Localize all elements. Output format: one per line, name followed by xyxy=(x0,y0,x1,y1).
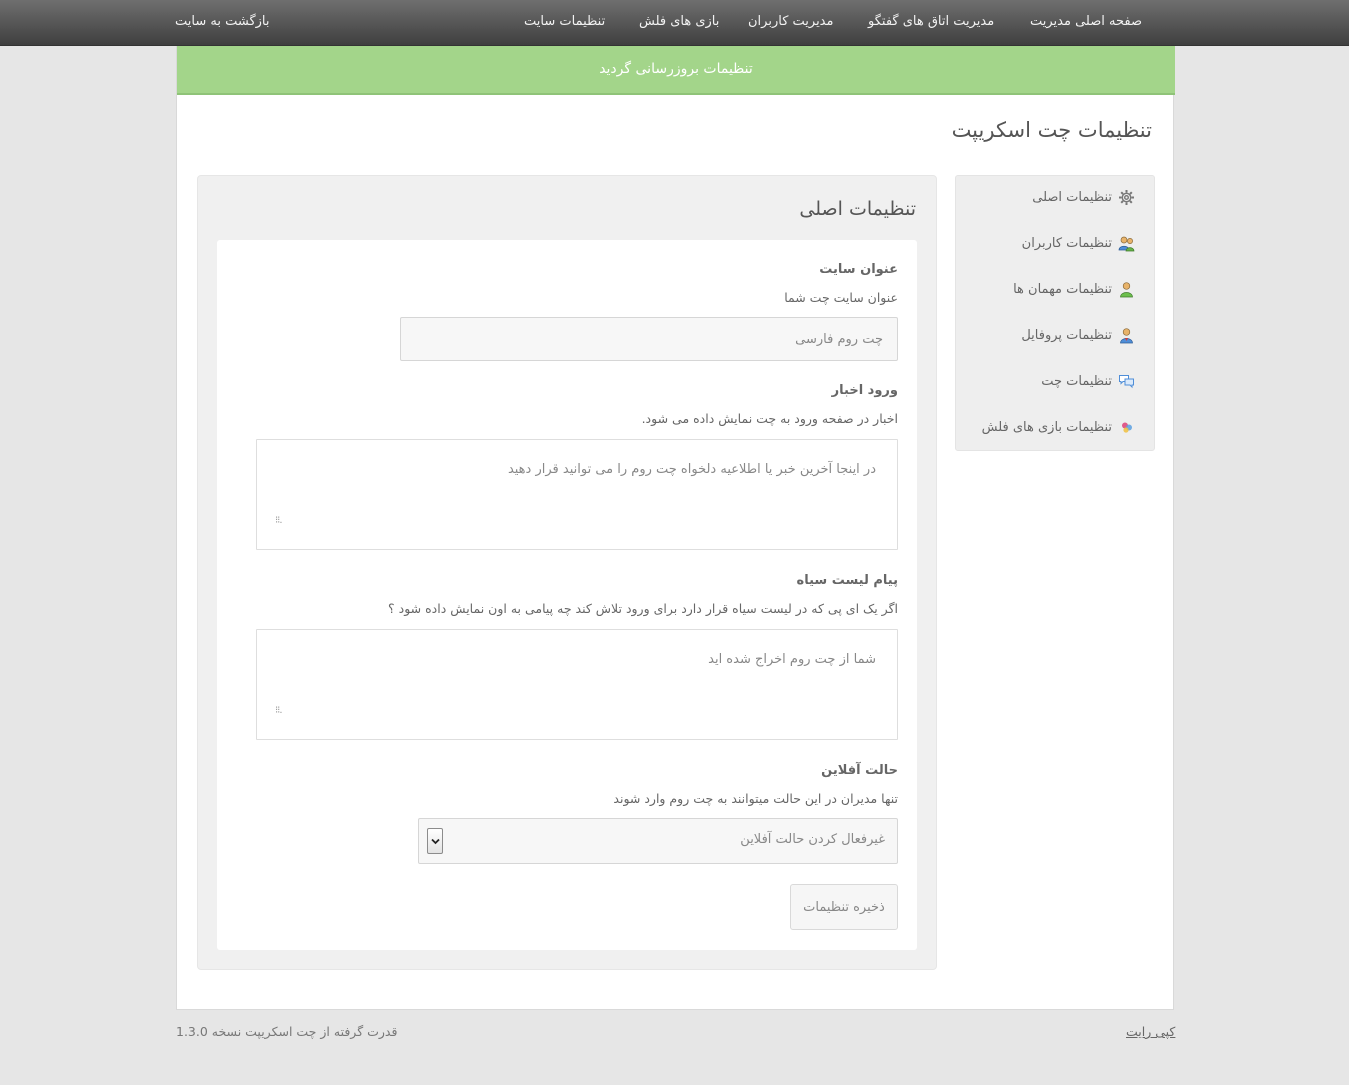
main-container: تنظیمات بروزرسانی گردید تنظیمات چت اسکری… xyxy=(176,46,1175,1010)
blacklist-textarea[interactable] xyxy=(256,629,898,740)
blacklist-label: پیام لیست سیاه xyxy=(796,573,898,588)
users-icon xyxy=(1118,235,1135,252)
settings-form: عنوان سایت عنوان سایت چت شما ورود اخبار … xyxy=(217,240,917,950)
sidebar-item-user-settings[interactable]: تنظیمات کاربران xyxy=(965,228,1135,258)
chevron-down-icon[interactable] xyxy=(427,828,443,854)
settings-sidebar: تنظیمات اصلی تنظیمات کاربران تنظیمات مهم… xyxy=(955,175,1155,451)
offline-mode-label: حالت آفلاین xyxy=(821,763,898,778)
offline-mode-help: تنها مدیران در این حالت میتوانند به چت ر… xyxy=(613,791,898,806)
guest-user-icon xyxy=(1118,281,1135,298)
blacklist-help: اگر یک ای پی که در لیست سیاه قرار دارد ب… xyxy=(388,601,898,616)
chat-bubbles-icon xyxy=(1118,373,1135,390)
sidebar-item-flash-games-settings[interactable]: تنظیمات بازی های فلش xyxy=(965,412,1135,442)
resize-grip-icon[interactable]: ⁝⁝. xyxy=(275,706,282,716)
site-title-help: عنوان سایت چت شما xyxy=(784,290,898,305)
sidebar-item-label: تنظیمات اصلی xyxy=(1032,189,1112,205)
save-settings-button[interactable]: ذخیره تنظیمات xyxy=(790,884,898,930)
gear-icon xyxy=(1118,189,1135,206)
flash-games-icon xyxy=(1118,419,1135,436)
sidebar-item-label: تنظیمات پروفایل xyxy=(1021,327,1112,343)
site-title-input[interactable] xyxy=(400,317,898,361)
profile-user-icon xyxy=(1118,327,1135,344)
nav-chat-rooms[interactable]: مدیریت اتاق های گفتگو xyxy=(868,13,994,31)
nav-flash-games[interactable]: بازی های فلش xyxy=(639,13,719,31)
sidebar-item-label: تنظیمات مهمان ها xyxy=(1013,281,1112,297)
offline-mode-select[interactable]: غیرفعال کردن حالت آفلاین xyxy=(418,818,898,864)
resize-grip-icon[interactable]: ⁝⁝. xyxy=(275,516,282,526)
back-to-site-link[interactable]: بازگشت به سایت xyxy=(175,13,270,31)
nav-admin-home[interactable]: صفحه اصلی مدیریت xyxy=(1030,13,1142,31)
news-help: اخبار در صفحه ورود به چت نمایش داده می ش… xyxy=(641,411,898,426)
success-alert: تنظیمات بروزرسانی گردید xyxy=(177,46,1175,95)
sidebar-item-label: تنظیمات کاربران xyxy=(1021,235,1112,251)
top-navbar: بازگشت به سایت صفحه اصلی مدیریت مدیریت ا… xyxy=(0,0,1349,46)
powered-by-text: قدرت گرفته از چت اسکریپت نسخه 1.3.0 xyxy=(176,1024,398,1039)
sidebar-item-profile-settings[interactable]: تنظیمات پروفایل xyxy=(965,320,1135,350)
sidebar-item-label: تنظیمات چت xyxy=(1041,373,1112,389)
sidebar-item-main-settings[interactable]: تنظیمات اصلی xyxy=(965,182,1135,212)
sidebar-item-chat-settings[interactable]: تنظیمات چت xyxy=(965,366,1135,396)
site-title-label: عنوان سایت xyxy=(819,262,898,277)
sidebar-item-label: تنظیمات بازی های فلش xyxy=(981,419,1112,435)
news-label: ورود اخبار xyxy=(831,383,898,398)
copyright-link[interactable]: کپی رایت xyxy=(1126,1024,1175,1039)
page-title: تنظیمات چت اسکریپت xyxy=(951,118,1152,142)
news-textarea[interactable] xyxy=(256,439,898,550)
sidebar-item-guest-settings[interactable]: تنظیمات مهمان ها xyxy=(965,274,1135,304)
panel-title: تنظیمات اصلی xyxy=(799,198,916,220)
nav-users[interactable]: مدیریت کاربران xyxy=(748,13,833,31)
offline-mode-selected-value: غیرفعال کردن حالت آفلاین xyxy=(740,832,885,847)
settings-panel: تنظیمات اصلی عنوان سایت عنوان سایت چت شم… xyxy=(197,175,937,970)
nav-site-settings[interactable]: تنظیمات سایت xyxy=(524,13,605,31)
